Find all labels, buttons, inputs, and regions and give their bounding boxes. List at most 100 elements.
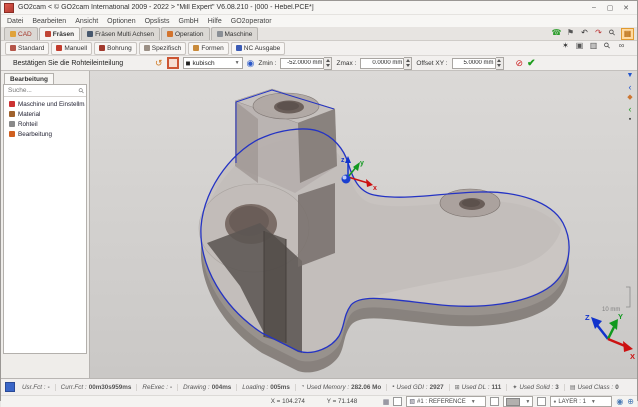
zmin-label: Zmin : — [258, 60, 276, 67]
tree-item-rohteil[interactable]: Rohteil — [5, 119, 85, 129]
zmin-spinner[interactable] — [324, 57, 332, 70]
color-checkbox[interactable] — [490, 397, 499, 406]
status-used-gdi: ▪Used GDI :2927 — [387, 384, 449, 391]
menu-gmbh[interactable]: GmbH — [179, 18, 199, 25]
menu-opslists[interactable]: Opslists — [145, 18, 170, 25]
status-usr-fct: Usr.Fct :- — [17, 384, 56, 391]
tree-item-bearbeitung[interactable]: Bearbeitung — [5, 129, 85, 139]
collapse-green-icon[interactable]: ‹ — [625, 105, 635, 113]
cancel-icon[interactable]: ⊘ — [516, 58, 524, 69]
cad-icon — [10, 31, 16, 37]
operation-icon — [167, 31, 173, 37]
menu-go2operator[interactable]: GO2operator — [231, 18, 272, 25]
bin-icon[interactable]: ▥ — [588, 41, 599, 51]
color-select[interactable]: ▼ — [503, 396, 533, 407]
collapse-blue-icon[interactable]: ‹ — [625, 83, 635, 91]
cube-icon: ◼ — [186, 60, 191, 67]
tab-fraesen[interactable]: Fräsen — [39, 27, 80, 40]
model-canvas[interactable]: z y x 10 mm — [90, 71, 638, 378]
redo-icon[interactable]: ↷ — [593, 28, 604, 38]
flag-icon[interactable]: ⚑ — [565, 28, 576, 38]
solid-icon: ✦ — [512, 384, 517, 391]
quick-icons-row2: ✶ ▣ ▥ ⚲ ∞ — [560, 41, 627, 51]
link-icon[interactable]: ∞ — [616, 41, 627, 51]
manuell-button[interactable]: Manuell — [51, 42, 92, 55]
magnifier-icon[interactable]: ⚲ — [600, 39, 615, 54]
memory-icon: ◔ — [301, 384, 305, 390]
search-row: ⚲ — [4, 85, 86, 97]
layer-select[interactable]: ● LAYER : 1 ▼ — [550, 396, 612, 407]
spezifisch-button[interactable]: Spezifisch — [139, 42, 187, 55]
tab-fraesen-multi-achsen[interactable]: Fräsen Multi Achsen — [81, 27, 160, 40]
chevron-down-icon: ▼ — [235, 60, 240, 66]
zmax-input[interactable] — [360, 58, 404, 69]
tab-maschine[interactable]: Maschine — [211, 27, 259, 40]
stock-shape-select[interactable]: ◼ kubisch ▼ — [183, 57, 243, 69]
main-area: Bearbeitung ⚲ Maschine und Einstellmaße … — [1, 71, 637, 378]
reference-select[interactable]: ▧ #1 : REFERENCE ▼ — [406, 396, 486, 407]
maximize-button[interactable]: ▢ — [602, 4, 618, 12]
machine-settings-icon — [9, 101, 15, 107]
nc-ausgabe-button[interactable]: NC Ausgabe — [231, 42, 286, 55]
rotate-stock-icon[interactable]: ◉ — [247, 58, 255, 68]
sidebar: Bearbeitung ⚲ Maschine und Einstellmaße … — [1, 71, 90, 378]
tool-icon[interactable]: ✶ — [560, 41, 571, 51]
tree-item-maschine[interactable]: Maschine und Einstellmaße — [5, 99, 85, 109]
refresh-target-icon[interactable]: ⊕ — [627, 397, 634, 406]
camera-icon[interactable]: ▪ — [625, 116, 635, 124]
status-bar: Usr.Fct :- Curr.Fct :00m30s959ms ReExec … — [1, 378, 637, 395]
layer-value: LAYER : 1 — [558, 399, 586, 405]
viewport-3d[interactable]: z y x 10 mm — [90, 71, 637, 378]
standard-button[interactable]: Standard — [5, 42, 49, 55]
standard-icon — [10, 45, 16, 51]
lock-icon[interactable]: ▣ — [574, 41, 585, 51]
job-tree: Maschine und Einstellmaße Material Rohte… — [4, 97, 86, 141]
chevron-down-icon: ▼ — [471, 399, 476, 405]
layer-checkbox[interactable] — [537, 397, 546, 406]
undo-icon[interactable]: ↶ — [579, 28, 590, 38]
manuell-icon — [56, 45, 62, 51]
status-used-solid: ✦Used Solid :3 — [507, 384, 565, 391]
menu-datei[interactable]: Datei — [7, 18, 23, 25]
reset-swirl-icon[interactable]: ↺ — [155, 58, 163, 68]
offset-xy-field — [452, 57, 504, 70]
nc-ausgabe-icon — [236, 45, 242, 51]
close-button[interactable]: ✕ — [618, 4, 634, 12]
stock-shape-value: kubisch — [193, 60, 215, 67]
offset-xy-input[interactable] — [452, 58, 496, 69]
zmax-spinner[interactable] — [404, 57, 412, 70]
model-part-hebel[interactable] — [199, 89, 569, 372]
reference-checkbox[interactable] — [393, 397, 402, 406]
orientation-triad: Z Y X — [585, 312, 635, 361]
prompt-bar: Bestätigen Sie die Rohteileinteilung ↺ ◼… — [1, 55, 637, 71]
title-bar: GO2cam < © GO2cam International 2009 - 2… — [1, 1, 637, 15]
tree-item-material[interactable]: Material — [5, 109, 85, 119]
tab-operation[interactable]: Operation — [161, 27, 210, 40]
viewport-side-toolbar: ▼ ‹ ◆ ‹ ▪ — [625, 72, 635, 124]
filter-icon[interactable]: ▼ — [625, 72, 635, 80]
stock-frame-icon[interactable] — [167, 57, 179, 69]
phone-icon[interactable]: ☎ — [551, 28, 562, 38]
menu-optionen[interactable]: Optionen — [107, 18, 135, 25]
tab-cad[interactable]: CAD — [4, 27, 38, 40]
stock-box-icon[interactable]: ▦ — [621, 28, 634, 40]
axis-z-label: z — [341, 157, 345, 164]
zoom-target-icon[interactable]: ◉ — [616, 397, 623, 406]
confirm-icon[interactable]: ✔ — [527, 58, 535, 69]
minimize-button[interactable]: – — [586, 4, 602, 11]
menu-ansicht[interactable]: Ansicht — [75, 18, 98, 25]
menu-hilfe[interactable]: Hilfe — [208, 18, 222, 25]
offset-xy-spinner[interactable] — [496, 57, 504, 70]
menu-bearbeiten[interactable]: Bearbeiten — [32, 18, 66, 25]
dl-icon: ⊞ — [455, 384, 460, 391]
formen-button[interactable]: Formen — [188, 42, 228, 55]
zmax-field — [360, 57, 412, 70]
zmin-input[interactable] — [280, 58, 324, 69]
measure-icon[interactable]: ◆ — [625, 94, 635, 102]
cursor-x: X = 104.274 — [271, 398, 323, 405]
grid-icon[interactable]: ▦ — [383, 398, 390, 406]
search-input[interactable] — [6, 86, 79, 95]
bohrung-button[interactable]: Bohrung — [94, 42, 137, 55]
stock-icon — [9, 121, 15, 127]
quick-icons-row1: ☎ ⚑ ↶ ↷ ⚲ ▦ — [551, 28, 634, 40]
